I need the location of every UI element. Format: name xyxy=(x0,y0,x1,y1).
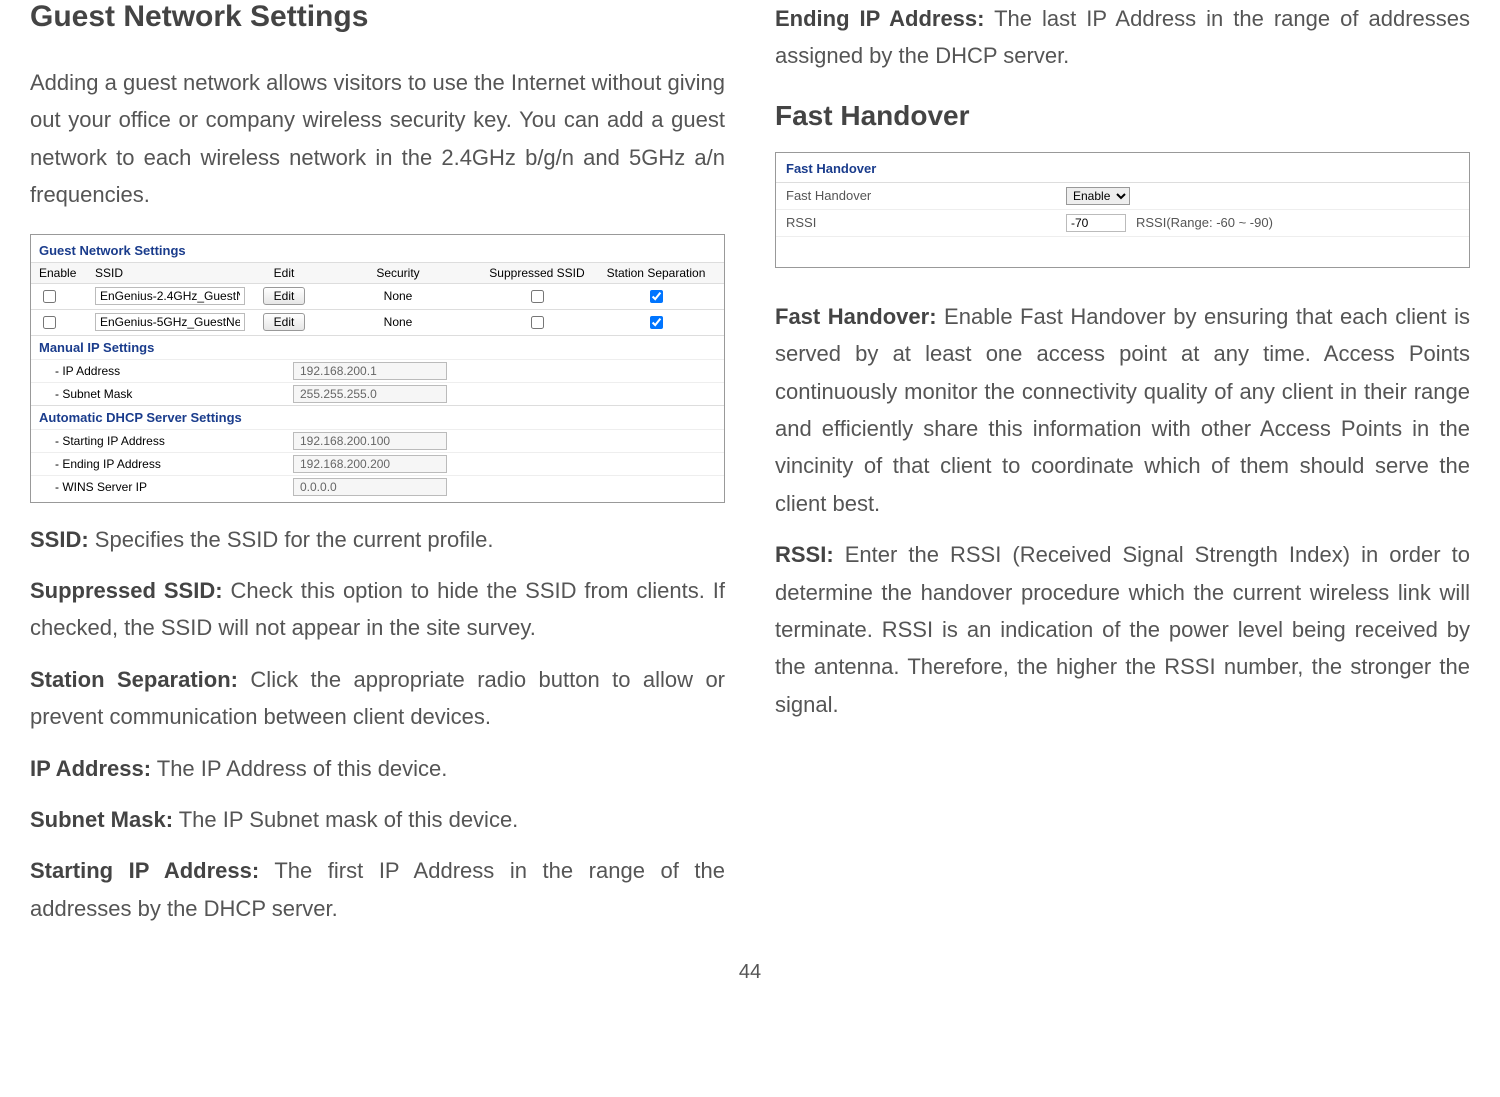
fh-label: Fast Handover xyxy=(786,188,1066,203)
rssi-row: RSSI RSSI(Range: -60 ~ -90) xyxy=(776,210,1469,237)
separation-checkbox[interactable] xyxy=(650,316,663,329)
mask-value: 255.255.255.0 xyxy=(293,385,447,403)
ssid-input[interactable] xyxy=(95,313,245,331)
def-station: Station Separation: Click the appropriat… xyxy=(30,661,725,736)
fast-handover-title: Fast Handover xyxy=(775,100,1470,132)
def-text: Enter the RSSI (Received Signal Strength… xyxy=(775,542,1470,717)
panel-title: Fast Handover xyxy=(776,153,1469,183)
col-enable: Enable xyxy=(39,266,91,280)
def-ip: IP Address: The IP Address of this devic… xyxy=(30,750,725,787)
security-value: None xyxy=(318,289,478,303)
ip-label: - IP Address xyxy=(55,364,293,378)
dhcp-title: Automatic DHCP Server Settings xyxy=(31,405,724,429)
starting-ip-field: - Starting IP Address 192.168.200.100 xyxy=(31,429,724,452)
suppressed-checkbox[interactable] xyxy=(531,316,544,329)
col-edit: Edit xyxy=(254,266,314,280)
table-row: Edit None xyxy=(31,283,724,309)
term: RSSI: xyxy=(775,542,834,567)
wins-value: 0.0.0.0 xyxy=(293,478,447,496)
term: IP Address: xyxy=(30,756,151,781)
left-column: Guest Network Settings Adding a guest ne… xyxy=(30,0,725,941)
page-title: Guest Network Settings xyxy=(30,0,725,34)
edit-button[interactable]: Edit xyxy=(263,313,306,331)
term: Station Separation: xyxy=(30,667,238,692)
def-text: The IP Subnet mask of this device. xyxy=(173,807,518,832)
def-ending: Ending IP Address: The last IP Address i… xyxy=(775,0,1470,75)
edit-button[interactable]: Edit xyxy=(263,287,306,305)
ip-address-field: - IP Address 192.168.200.1 xyxy=(31,359,724,382)
term: Suppressed SSID: xyxy=(30,578,223,603)
col-security: Security xyxy=(318,266,478,280)
end-label: - Ending IP Address xyxy=(55,457,293,471)
subnet-mask-field: - Subnet Mask 255.255.255.0 xyxy=(31,382,724,405)
def-text: The IP Address of this device. xyxy=(151,756,447,781)
ending-ip-field: - Ending IP Address 192.168.200.200 xyxy=(31,452,724,475)
def-mask: Subnet Mask: The IP Subnet mask of this … xyxy=(30,801,725,838)
mask-label: - Subnet Mask xyxy=(55,387,293,401)
rssi-input[interactable] xyxy=(1066,214,1126,232)
separation-checkbox[interactable] xyxy=(650,290,663,303)
table-header: Enable SSID Edit Security Suppressed SSI… xyxy=(31,262,724,283)
guest-network-screenshot: Guest Network Settings Enable SSID Edit … xyxy=(30,234,725,503)
right-column: Ending IP Address: The last IP Address i… xyxy=(775,0,1470,941)
def-text: Specifies the SSID for the current profi… xyxy=(89,527,494,552)
term: Starting IP Address: xyxy=(30,858,259,883)
start-value: 192.168.200.100 xyxy=(293,432,447,450)
col-ssid: SSID xyxy=(95,266,250,280)
wins-ip-field: - WINS Server IP 0.0.0.0 xyxy=(31,475,724,502)
ssid-input[interactable] xyxy=(95,287,245,305)
def-start: Starting IP Address: The first IP Addres… xyxy=(30,852,725,927)
term: Fast Handover: xyxy=(775,304,937,329)
def-ssid: SSID: Specifies the SSID for the current… xyxy=(30,521,725,558)
term: SSID: xyxy=(30,527,89,552)
enable-checkbox[interactable] xyxy=(43,316,56,329)
term: Subnet Mask: xyxy=(30,807,173,832)
def-text: Enable Fast Handover by ensuring that ea… xyxy=(775,304,1470,516)
rssi-hint: RSSI(Range: -60 ~ -90) xyxy=(1136,215,1273,230)
end-value: 192.168.200.200 xyxy=(293,455,447,473)
term: Ending IP Address: xyxy=(775,6,984,31)
table-row: Edit None xyxy=(31,309,724,335)
rssi-label: RSSI xyxy=(786,215,1066,230)
manual-ip-title: Manual IP Settings xyxy=(31,335,724,359)
def-rssi: RSSI: Enter the RSSI (Received Signal St… xyxy=(775,536,1470,723)
col-separation: Station Separation xyxy=(596,266,716,280)
fast-handover-row: Fast Handover Enable xyxy=(776,183,1469,210)
def-suppressed: Suppressed SSID: Check this option to hi… xyxy=(30,572,725,647)
page-number: 44 xyxy=(0,961,1500,984)
fast-handover-select[interactable]: Enable xyxy=(1066,187,1130,205)
def-fast: Fast Handover: Enable Fast Handover by e… xyxy=(775,298,1470,522)
intro-paragraph: Adding a guest network allows visitors t… xyxy=(30,64,725,214)
enable-checkbox[interactable] xyxy=(43,290,56,303)
suppressed-checkbox[interactable] xyxy=(531,290,544,303)
start-label: - Starting IP Address xyxy=(55,434,293,448)
wins-label: - WINS Server IP xyxy=(55,480,293,494)
col-suppressed: Suppressed SSID xyxy=(482,266,592,280)
ip-value: 192.168.200.1 xyxy=(293,362,447,380)
security-value: None xyxy=(318,315,478,329)
fast-handover-screenshot: Fast Handover Fast Handover Enable RSSI … xyxy=(775,152,1470,268)
panel-title: Guest Network Settings xyxy=(31,235,724,262)
